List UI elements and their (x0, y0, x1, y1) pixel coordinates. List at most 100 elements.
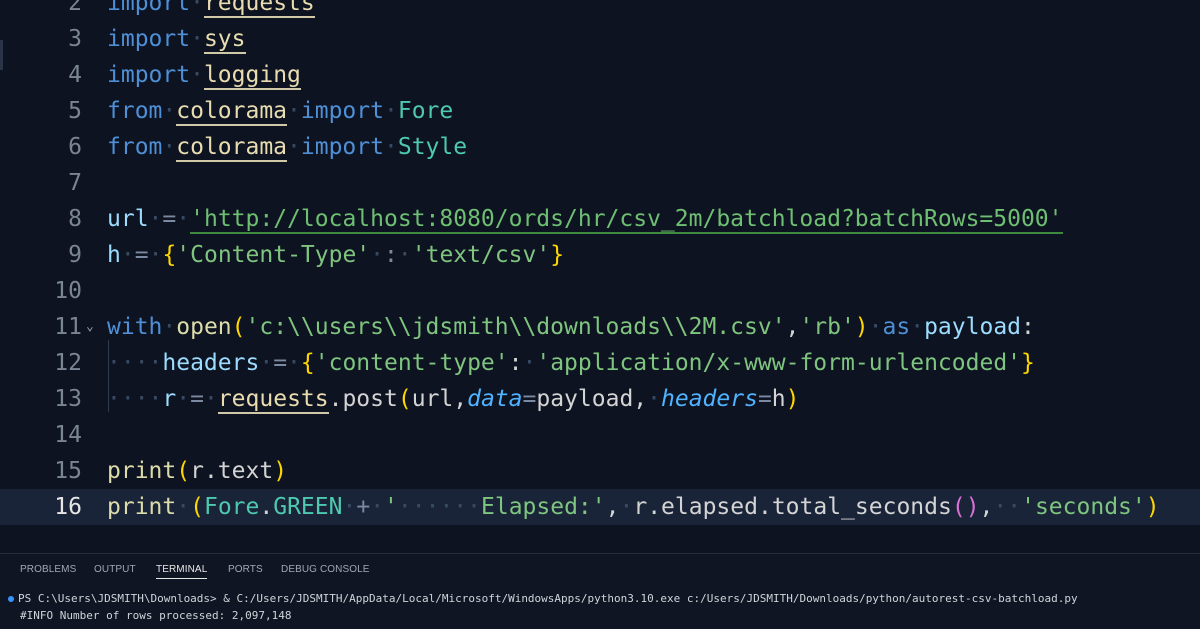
code-text: ····r·=·requests.post(url,data=payload,·… (107, 381, 800, 417)
code-line[interactable]: 4 import·logging (0, 57, 1200, 93)
code-token: r.text (190, 458, 274, 484)
code-token: : (384, 242, 398, 268)
code-line[interactable]: 10 (0, 273, 1200, 309)
code-token: · (370, 242, 385, 268)
tab-ports[interactable]: PORTS (228, 564, 263, 575)
terminal-output-line: #INFO Number of rows processed: 2,097,14… (20, 609, 292, 622)
code-line[interactable]: 3 import·sys (0, 21, 1200, 57)
code-token: payload (924, 314, 1022, 340)
code-token: + (356, 494, 371, 520)
line-number: 15 (54, 458, 82, 484)
code-token: · (647, 386, 661, 412)
code-token: h (107, 242, 121, 268)
code-token: ······ (397, 494, 481, 520)
code-token: print (107, 494, 177, 520)
code-token: · (162, 314, 177, 340)
tab-debug-console[interactable]: DEBUG CONSOLE (281, 564, 370, 575)
code-token: payload, (536, 386, 648, 412)
code-token: · (287, 98, 301, 124)
line-number: 2 (68, 0, 82, 16)
code-token: Elapsed:' (481, 494, 606, 520)
code-token: GREEN (273, 494, 343, 520)
code-token: · (287, 134, 301, 160)
code-token: ) (1145, 494, 1160, 520)
code-text: import·requests (107, 0, 315, 21)
code-token: 'Content-Type' (176, 242, 371, 268)
code-line[interactable]: 13 ····r·=·requests.post(url,data=payload… (0, 381, 1200, 417)
line-number: 13 (54, 386, 82, 412)
code-token: · (203, 386, 218, 412)
code-token: ) (854, 314, 869, 340)
panel-tabs: PROBLEMS OUTPUT TERMINAL PORTS DEBUG CON… (0, 554, 1200, 588)
code-token: ) (785, 386, 800, 412)
code-token: } (550, 242, 565, 268)
line-number: 9 (68, 242, 82, 268)
code-token: requests (217, 386, 329, 414)
code-token: · (259, 350, 274, 376)
line-number: 14 (54, 422, 82, 448)
code-token: · (176, 206, 191, 232)
code-token: = (134, 242, 149, 268)
line-number: 5 (68, 98, 82, 124)
code-text: with·open('c:\\users\\jdsmith\\downloads… (107, 309, 1035, 345)
code-token: · (190, 62, 204, 88)
line-number: 4 (68, 62, 82, 88)
code-token: : (1021, 314, 1035, 340)
code-token: · (148, 206, 163, 232)
code-token: · (868, 314, 883, 340)
code-line[interactable]: 7 (0, 165, 1200, 201)
code-token: logging (203, 62, 301, 90)
terminal-command-line[interactable]: PS C:\Users\JDSMITH\Downloads> & C:/User… (8, 592, 1078, 605)
code-token: .post (328, 386, 398, 412)
code-token: ) (273, 458, 288, 484)
code-token: = (273, 350, 288, 376)
code-editor[interactable]: 2 import·requests 3 import·sys 4 import·loggi… (0, 0, 1200, 553)
command-status-dot-icon (8, 596, 14, 602)
line-number: 11 (54, 314, 82, 340)
line-number: 8 (68, 206, 82, 232)
code-line[interactable]: 2 import·requests (0, 0, 1200, 21)
code-line[interactable]: 12 ····headers·=·{'content-type':·'applic… (0, 345, 1200, 381)
code-token: () (951, 494, 980, 520)
tab-terminal[interactable]: TERMINAL (156, 564, 208, 579)
code-token: r (162, 386, 177, 412)
code-token: · (176, 494, 191, 520)
code-token: colorama (176, 134, 288, 162)
code-token: { (162, 242, 177, 268)
code-line[interactable]: 9 h·=·{'Content-Type'·:·'text/csv'} (0, 237, 1200, 273)
code-token: import (107, 62, 191, 88)
code-token: headers (661, 386, 758, 412)
line-number: 6 (68, 134, 82, 160)
tab-problems[interactable]: PROBLEMS (20, 564, 76, 575)
tab-output[interactable]: OUTPUT (94, 564, 136, 575)
code-token: h (771, 386, 786, 412)
code-token: Fore (203, 494, 260, 520)
code-line[interactable]: 15 print(r.text) (0, 453, 1200, 489)
line-number: 16 (54, 494, 82, 520)
code-line[interactable]: 5 from·colorama·import·Fore (0, 93, 1200, 129)
code-line[interactable]: 14 (0, 417, 1200, 453)
code-token: . (259, 494, 274, 520)
code-token: sys (203, 26, 246, 54)
code-token: , (785, 314, 800, 340)
code-token: = (190, 386, 204, 412)
code-token: ( (176, 458, 191, 484)
code-line[interactable]: 11 ⌄ with·open('c:\\users\\jdsmith\\downlo… (0, 309, 1200, 345)
code-token: · (910, 314, 925, 340)
code-token: r.elapsed.total_seconds (633, 494, 952, 520)
code-line[interactable]: 6 from·colorama·import·Style (0, 129, 1200, 165)
code-token: headers (162, 350, 260, 376)
code-token: Fore (397, 98, 454, 124)
code-token: 'application/x-www-form-urlencoded' (536, 350, 1022, 376)
code-text: ····headers·=·{'content-type':·'applicat… (107, 345, 1035, 381)
code-text: url·=·'http://localhost:8080/ords/hr/csv… (107, 201, 1063, 237)
code-token: colorama (176, 98, 288, 126)
code-line[interactable]: 16 print·(Fore.GREEN·+·'······Elapsed:',·… (0, 489, 1200, 525)
code-token: · (397, 242, 412, 268)
fold-chevron-icon[interactable]: ⌄ (86, 309, 94, 345)
code-token: import (300, 98, 384, 124)
code-token: · (287, 350, 301, 376)
code-line[interactable]: 8 url·=·'http://localhost:8080/ords/hr/cs… (0, 201, 1200, 237)
code-token: print (107, 458, 177, 484)
code-token: requests (203, 0, 315, 18)
